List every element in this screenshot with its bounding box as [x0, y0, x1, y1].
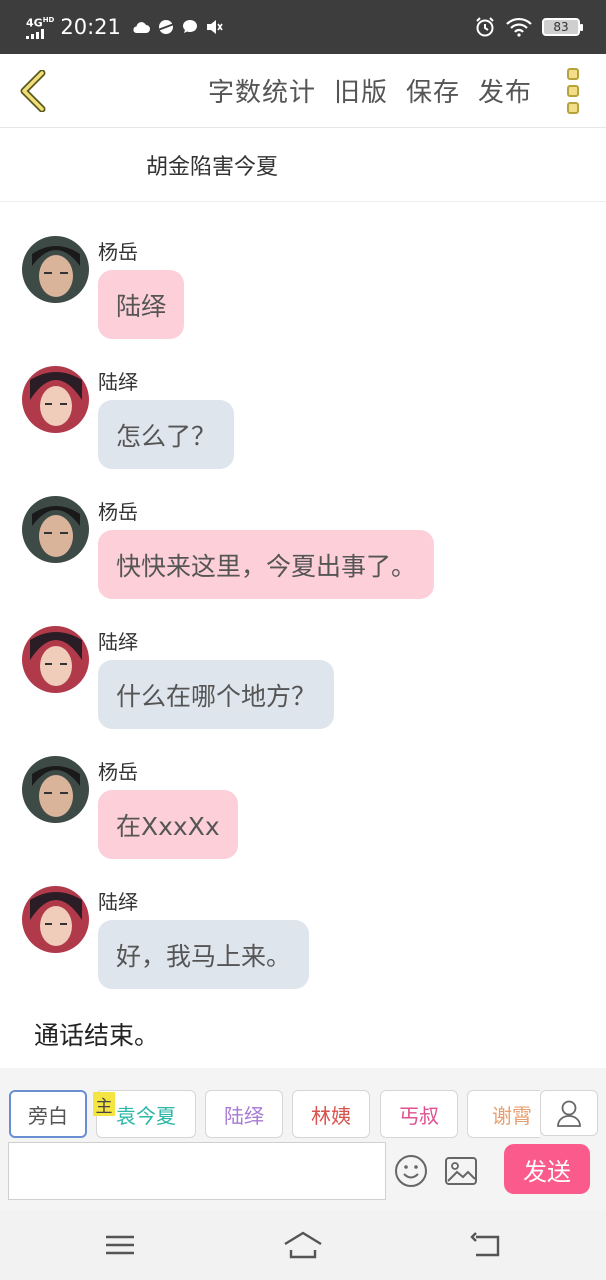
main-role-badge: 主: [93, 1092, 115, 1117]
message-bubble[interactable]: 在XxxXx: [98, 790, 238, 859]
menu-icon[interactable]: [100, 1230, 140, 1260]
status-bar: 4GHD 20:21 83: [0, 0, 606, 54]
chat-area: 杨岳 陆绎 陆绎 怎么了？ 杨岳 快快来这里，今夏出事了。 陆绎 什么在哪个地方…: [0, 202, 606, 1068]
wifi-icon: [506, 17, 532, 37]
role-xie-xiao[interactable]: 谢霄: [467, 1090, 540, 1138]
alarm-icon: [476, 17, 494, 37]
character-manager-button[interactable]: [540, 1090, 598, 1136]
message-bubble[interactable]: 快快来这里，今夏出事了。: [98, 530, 435, 599]
sender-name: 陆绎: [98, 890, 138, 914]
message-bubble[interactable]: 好，我马上来。: [98, 920, 310, 989]
publish-button[interactable]: 发布: [478, 72, 532, 109]
role-narrator[interactable]: 旁白: [9, 1090, 87, 1138]
sender-name: 陆绎: [98, 630, 138, 654]
message-input[interactable]: [8, 1142, 386, 1200]
send-button[interactable]: 发送: [504, 1144, 590, 1194]
avatar-yang-yue[interactable]: [22, 756, 89, 823]
sender-name: 陆绎: [98, 370, 138, 394]
story-title[interactable]: 胡金陷害今夏: [0, 128, 606, 202]
sender-name: 杨岳: [98, 240, 138, 264]
role-selector: 旁白 袁今夏 陆绎 林姨 丐叔 谢霄: [0, 1090, 540, 1138]
sender-name: 杨岳: [98, 760, 138, 784]
old-version-button[interactable]: 旧版: [334, 72, 388, 109]
message-bubble[interactable]: 怎么了？: [98, 400, 235, 469]
message-bubble[interactable]: 陆绎: [98, 270, 185, 339]
message-bubble[interactable]: 什么在哪个地方？: [98, 660, 335, 729]
composer: 旁白 袁今夏 陆绎 林姨 丐叔 谢霄 发送: [0, 1068, 606, 1210]
notification-icons: [131, 18, 223, 36]
cloud-icon: [133, 22, 150, 33]
sender-name: 杨岳: [98, 500, 138, 524]
narration-text[interactable]: 通话结束。: [34, 1016, 159, 1052]
avatar-lu-yi[interactable]: [22, 626, 89, 693]
system-nav-bar: [0, 1210, 606, 1280]
avatar-lu-yi[interactable]: [22, 366, 89, 433]
emoji-icon[interactable]: [394, 1154, 428, 1188]
role-lin-yi[interactable]: 林姨: [292, 1090, 370, 1138]
network-hd: HD: [42, 16, 55, 25]
avatar-yang-yue[interactable]: [22, 236, 89, 303]
chat-bubble-icon: [182, 20, 197, 33]
network-indicator: 4GHD: [26, 15, 54, 39]
back-nav-icon[interactable]: [468, 1230, 508, 1260]
save-button[interactable]: 保存: [406, 72, 460, 109]
avatar-lu-yi[interactable]: [22, 886, 89, 953]
header-actions: 字数统计 旧版 保存 发布: [208, 72, 532, 109]
word-count-button[interactable]: 字数统计: [208, 72, 316, 109]
status-time: 20:21: [60, 15, 121, 39]
more-menu-icon[interactable]: [548, 54, 598, 128]
planet-icon: [157, 20, 175, 34]
chevron-left-icon: [20, 69, 46, 112]
app-header: 字数统计 旧版 保存 发布: [0, 54, 606, 128]
person-icon: [557, 1100, 581, 1127]
role-gai-shu[interactable]: 丐叔: [380, 1090, 458, 1138]
battery-icon: 83: [542, 18, 583, 36]
avatar-yang-yue[interactable]: [22, 496, 89, 563]
image-icon[interactable]: [444, 1156, 478, 1186]
home-icon[interactable]: [283, 1230, 323, 1260]
back-button[interactable]: [0, 54, 66, 128]
status-right: 83: [474, 16, 583, 38]
role-lu-yi[interactable]: 陆绎: [205, 1090, 283, 1138]
signal-icon: [26, 28, 44, 39]
mute-icon: [206, 20, 223, 34]
